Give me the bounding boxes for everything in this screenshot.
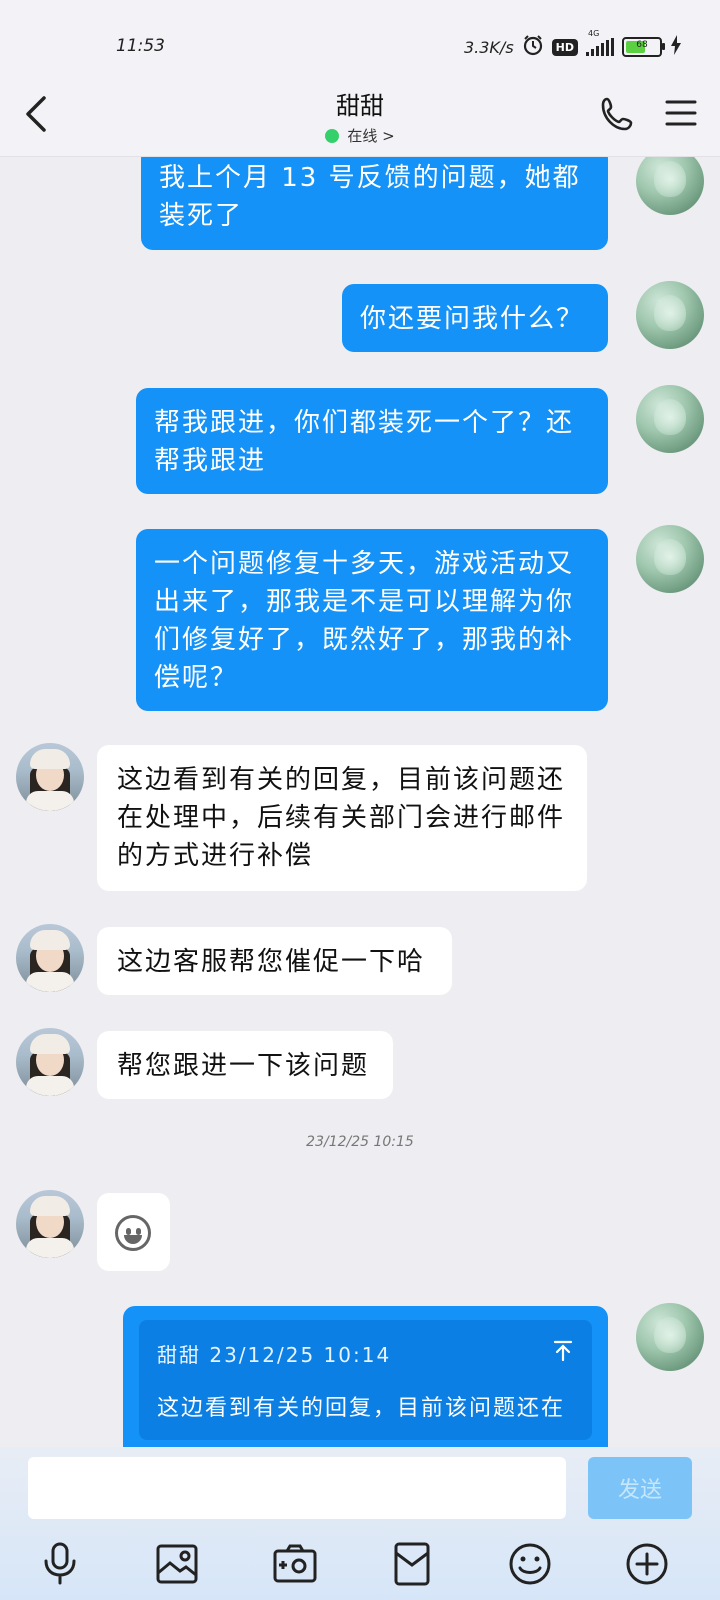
sent-message-bubble[interactable]: 一个问题修复十多天，游戏活动又出来了，那我是不是可以理解为你们修复好了，既然好了… bbox=[136, 529, 608, 711]
status-time: 11:53 bbox=[116, 36, 165, 56]
message-input[interactable] bbox=[28, 1457, 566, 1519]
chat-message-list[interactable]: 我上个月 13 号反馈的问题，她都装死了 你还要问我什么？ 帮我跟进，你们都装死… bbox=[0, 157, 720, 1447]
hd-icon: HD bbox=[551, 38, 578, 56]
message-row-sent: 我上个月 13 号反馈的问题，她都装死了 bbox=[0, 157, 720, 257]
red-packet-icon[interactable] bbox=[387, 1539, 437, 1589]
chat-header: 甜甜 在线 > bbox=[0, 80, 720, 157]
received-message-bubble[interactable]: 这边客服帮您催促一下哈 bbox=[97, 927, 452, 995]
signal-icon: 4G bbox=[586, 29, 614, 56]
sent-message-bubble[interactable]: 帮我跟进，你们都装死一个了？还帮我跟进 bbox=[136, 388, 608, 494]
contact-avatar[interactable] bbox=[16, 924, 84, 992]
alarm-icon bbox=[522, 34, 544, 60]
online-status[interactable]: 在线 > bbox=[325, 125, 395, 146]
phone-icon bbox=[601, 97, 633, 131]
contact-avatar[interactable] bbox=[16, 743, 84, 811]
quote-sender: 甜甜 23/12/25 10:14 bbox=[157, 1343, 392, 1367]
sent-message-bubble[interactable]: 我上个月 13 号反馈的问题，她都装死了 bbox=[141, 157, 608, 250]
received-message-bubble[interactable]: 帮您跟进一下该问题 bbox=[97, 1031, 393, 1099]
my-avatar[interactable] bbox=[636, 525, 704, 593]
image-icon[interactable] bbox=[152, 1539, 202, 1589]
message-row-received bbox=[0, 1190, 720, 1274]
contact-avatar[interactable] bbox=[16, 1190, 84, 1258]
my-avatar[interactable] bbox=[636, 385, 704, 453]
message-row-sent: 你还要问我什么？ bbox=[0, 281, 720, 353]
my-avatar[interactable] bbox=[636, 1303, 704, 1371]
message-row-received: 帮您跟进一下该问题 bbox=[0, 1028, 720, 1100]
menu-icon bbox=[665, 100, 697, 126]
menu-button[interactable] bbox=[664, 96, 698, 130]
microphone-icon[interactable] bbox=[35, 1539, 85, 1589]
emoji-icon[interactable] bbox=[505, 1539, 555, 1589]
my-avatar[interactable] bbox=[636, 157, 704, 215]
message-row-sent: 一个问题修复十多天，游戏活动又出来了，那我是不是可以理解为你们修复好了，既然好了… bbox=[0, 525, 720, 715]
smile-emoji-icon bbox=[115, 1215, 151, 1251]
status-icons: 3.3K/s HD 4G 68 bbox=[463, 29, 682, 60]
status-bar: 11:53 3.3K/s HD 4G 68 bbox=[0, 0, 720, 80]
jump-to-quote-icon[interactable] bbox=[552, 1336, 574, 1374]
call-button[interactable] bbox=[598, 94, 638, 134]
charging-icon bbox=[670, 35, 682, 59]
camera-icon[interactable] bbox=[270, 1539, 320, 1589]
received-message-bubble[interactable]: 这边看到有关的回复，目前该问题还在处理中，后续有关部门会进行邮件的方式进行补偿 bbox=[97, 745, 587, 891]
message-row-sent: 甜甜 23/12/25 10:14 这边看到有关的回复，目前该问题还在 bbox=[0, 1303, 720, 1447]
message-timestamp: 23/12/25 10:15 bbox=[306, 1134, 414, 1150]
plus-icon[interactable] bbox=[622, 1539, 672, 1589]
input-area: 发送 bbox=[0, 1447, 720, 1600]
send-button[interactable]: 发送 bbox=[588, 1457, 692, 1519]
battery-icon: 68 bbox=[622, 37, 665, 57]
sent-quote-bubble[interactable]: 甜甜 23/12/25 10:14 这边看到有关的回复，目前该问题还在 bbox=[123, 1306, 608, 1447]
online-status-text: 在线 > bbox=[347, 127, 395, 145]
net-speed: 3.3K/s bbox=[463, 37, 514, 57]
battery-level: 68 bbox=[636, 40, 648, 50]
emoji-message-bubble[interactable] bbox=[97, 1193, 170, 1271]
my-avatar[interactable] bbox=[636, 281, 704, 349]
sent-message-bubble[interactable]: 你还要问我什么？ bbox=[342, 284, 608, 352]
message-row-received: 这边客服帮您催促一下哈 bbox=[0, 924, 720, 996]
contact-avatar[interactable] bbox=[16, 1028, 84, 1096]
online-dot-icon bbox=[325, 128, 340, 143]
quoted-message[interactable]: 甜甜 23/12/25 10:14 这边看到有关的回复，目前该问题还在 bbox=[139, 1320, 592, 1440]
input-toolbar bbox=[0, 1539, 720, 1595]
network-type: 4G bbox=[588, 29, 600, 38]
message-row-sent: 帮我跟进，你们都装死一个了？还帮我跟进 bbox=[0, 385, 720, 495]
message-row-received: 这边看到有关的回复，目前该问题还在处理中，后续有关部门会进行邮件的方式进行补偿 bbox=[0, 743, 720, 893]
quote-text: 这边看到有关的回复，目前该问题还在 bbox=[157, 1396, 566, 1421]
